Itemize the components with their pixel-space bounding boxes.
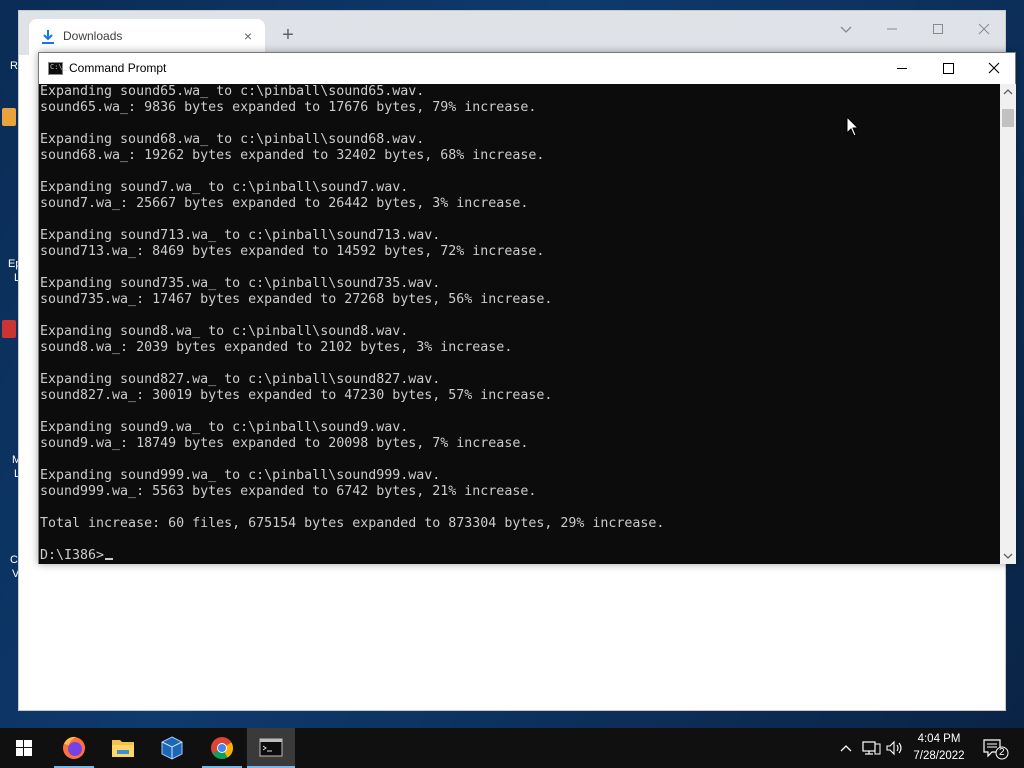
maximize-icon	[943, 63, 954, 74]
prompt-line[interactable]: D:\I386>	[40, 548, 114, 564]
desktop-icon[interactable]	[0, 320, 18, 354]
close-tab-button[interactable]: ×	[239, 27, 257, 45]
console-line: sound827.wa_: 30019 bytes expanded to 47…	[40, 388, 553, 403]
speaker-icon	[886, 740, 902, 756]
console-line: sound999.wa_: 5563 bytes expanded to 674…	[40, 484, 537, 499]
taskbar-command-prompt[interactable]	[247, 728, 295, 768]
new-tab-button[interactable]: +	[277, 25, 299, 47]
console-line: sound713.wa_: 8469 bytes expanded to 145…	[40, 244, 545, 259]
minimize-icon	[887, 28, 897, 30]
console-line: Expanding sound9.wa_ to c:\pinball\sound…	[40, 420, 409, 435]
clock-time: 4:04 PM	[917, 733, 961, 745]
scrollbar-thumb[interactable]	[1002, 109, 1014, 127]
close-icon	[978, 23, 990, 35]
taskbar: 4:04 PM 7/28/2022 2	[0, 728, 1024, 768]
desktop-icon[interactable]: EpL	[0, 240, 21, 284]
chevron-up-icon	[840, 745, 852, 752]
console-line: Expanding sound735.wa_ to c:\pinball\sou…	[40, 276, 441, 291]
text-cursor	[105, 558, 114, 560]
desktop-icon[interactable]: R	[0, 56, 18, 90]
close-icon	[988, 62, 1000, 74]
notification-icon	[983, 739, 1009, 760]
firefox-icon	[63, 736, 85, 759]
tab-title: Downloads	[63, 29, 123, 43]
chevron-down-icon	[1003, 553, 1013, 559]
desktop-icon[interactable]	[0, 620, 18, 654]
console-line: Expanding sound999.wa_ to c:\pinball\sou…	[40, 468, 441, 483]
cmd-icon-text: C:\_	[50, 63, 67, 71]
scroll-down-button[interactable]	[1000, 547, 1016, 564]
window-title: Command Prompt	[69, 61, 167, 75]
notification-count-badge: 2	[999, 747, 1005, 758]
file-explorer-icon	[112, 740, 134, 757]
network-icon	[862, 741, 881, 755]
command-prompt-icon: C:\_	[48, 62, 67, 75]
virtualbox-icon	[161, 736, 183, 760]
tab-downloads[interactable]: Downloads ×	[29, 19, 265, 55]
taskbar-file-explorer[interactable]	[99, 728, 147, 768]
taskbar-chrome[interactable]	[198, 728, 246, 768]
chevron-down-icon	[840, 26, 852, 33]
cmd-maximize-button[interactable]	[925, 53, 971, 84]
cmd-close-button[interactable]	[971, 53, 1017, 84]
console-line: Expanding sound68.wa_ to c:\pinball\soun…	[40, 132, 425, 147]
volume-button[interactable]	[884, 738, 906, 758]
desktop-icon[interactable]	[0, 108, 18, 142]
command-prompt-icon	[259, 738, 283, 757]
desktop-icon-label: C	[10, 554, 18, 566]
desktop-icon-label: R	[10, 60, 18, 72]
console-line: sound735.wa_: 17467 bytes expanded to 27…	[40, 292, 553, 307]
show-hidden-icons-button[interactable]	[836, 738, 856, 758]
desktop-icon[interactable]: CV	[0, 536, 19, 580]
console-line: Expanding sound713.wa_ to c:\pinball\sou…	[40, 228, 441, 243]
taskbar-clock[interactable]: 4:04 PM 7/28/2022	[906, 731, 972, 765]
console-line: sound68.wa_: 19262 bytes expanded to 324…	[40, 148, 545, 163]
maximize-icon	[933, 24, 943, 34]
browser-close-button[interactable]	[969, 17, 999, 41]
download-icon	[42, 30, 54, 44]
console-line: sound9.wa_: 18749 bytes expanded to 2009…	[40, 436, 529, 451]
taskbar-firefox[interactable]	[50, 728, 98, 768]
browser-tabstrip: Downloads × +	[19, 11, 1005, 55]
console-line: Total increase: 60 files, 675154 bytes e…	[40, 516, 665, 531]
console-line: Expanding sound8.wa_ to c:\pinball\sound…	[40, 324, 409, 339]
command-prompt-window[interactable]: C:\_ Command Prompt Expanding sound65.wa…	[38, 52, 1016, 564]
console-line: sound7.wa_: 25667 bytes expanded to 2644…	[40, 196, 529, 211]
start-button[interactable]	[0, 728, 48, 768]
console-line: Expanding sound65.wa_ to c:\pinball\soun…	[40, 84, 425, 99]
console-line: Expanding sound7.wa_ to c:\pinball\sound…	[40, 180, 409, 195]
taskbar-virtualbox[interactable]	[148, 728, 196, 768]
console-output[interactable]: Expanding sound65.wa_ to c:\pinball\soun…	[39, 84, 1000, 564]
prompt-text: D:\I386>	[40, 548, 105, 563]
chrome-icon	[211, 737, 233, 759]
vertical-scrollbar[interactable]	[1000, 84, 1016, 564]
browser-minimize-button[interactable]	[877, 17, 907, 41]
minimize-icon	[897, 68, 907, 69]
console-line: Expanding sound827.wa_ to c:\pinball\sou…	[40, 372, 441, 387]
windows-logo-icon	[16, 740, 32, 756]
cmd-titlebar[interactable]: C:\_ Command Prompt	[39, 53, 1015, 84]
cmd-minimize-button[interactable]	[879, 53, 925, 84]
mouse-pointer-icon	[846, 116, 860, 137]
console-line: sound65.wa_: 9836 bytes expanded to 1767…	[40, 100, 537, 115]
scroll-up-button[interactable]	[1000, 84, 1016, 101]
browser-maximize-button[interactable]	[923, 17, 953, 41]
desktop-icon[interactable]: ML	[0, 436, 21, 480]
chevron-up-icon	[1003, 89, 1013, 95]
tab-search-button[interactable]	[831, 17, 861, 41]
action-center-button[interactable]: 2	[980, 736, 1010, 760]
network-button[interactable]	[860, 738, 882, 758]
console-line: sound8.wa_: 2039 bytes expanded to 2102 …	[40, 340, 513, 355]
clock-date: 7/28/2022	[913, 750, 965, 762]
